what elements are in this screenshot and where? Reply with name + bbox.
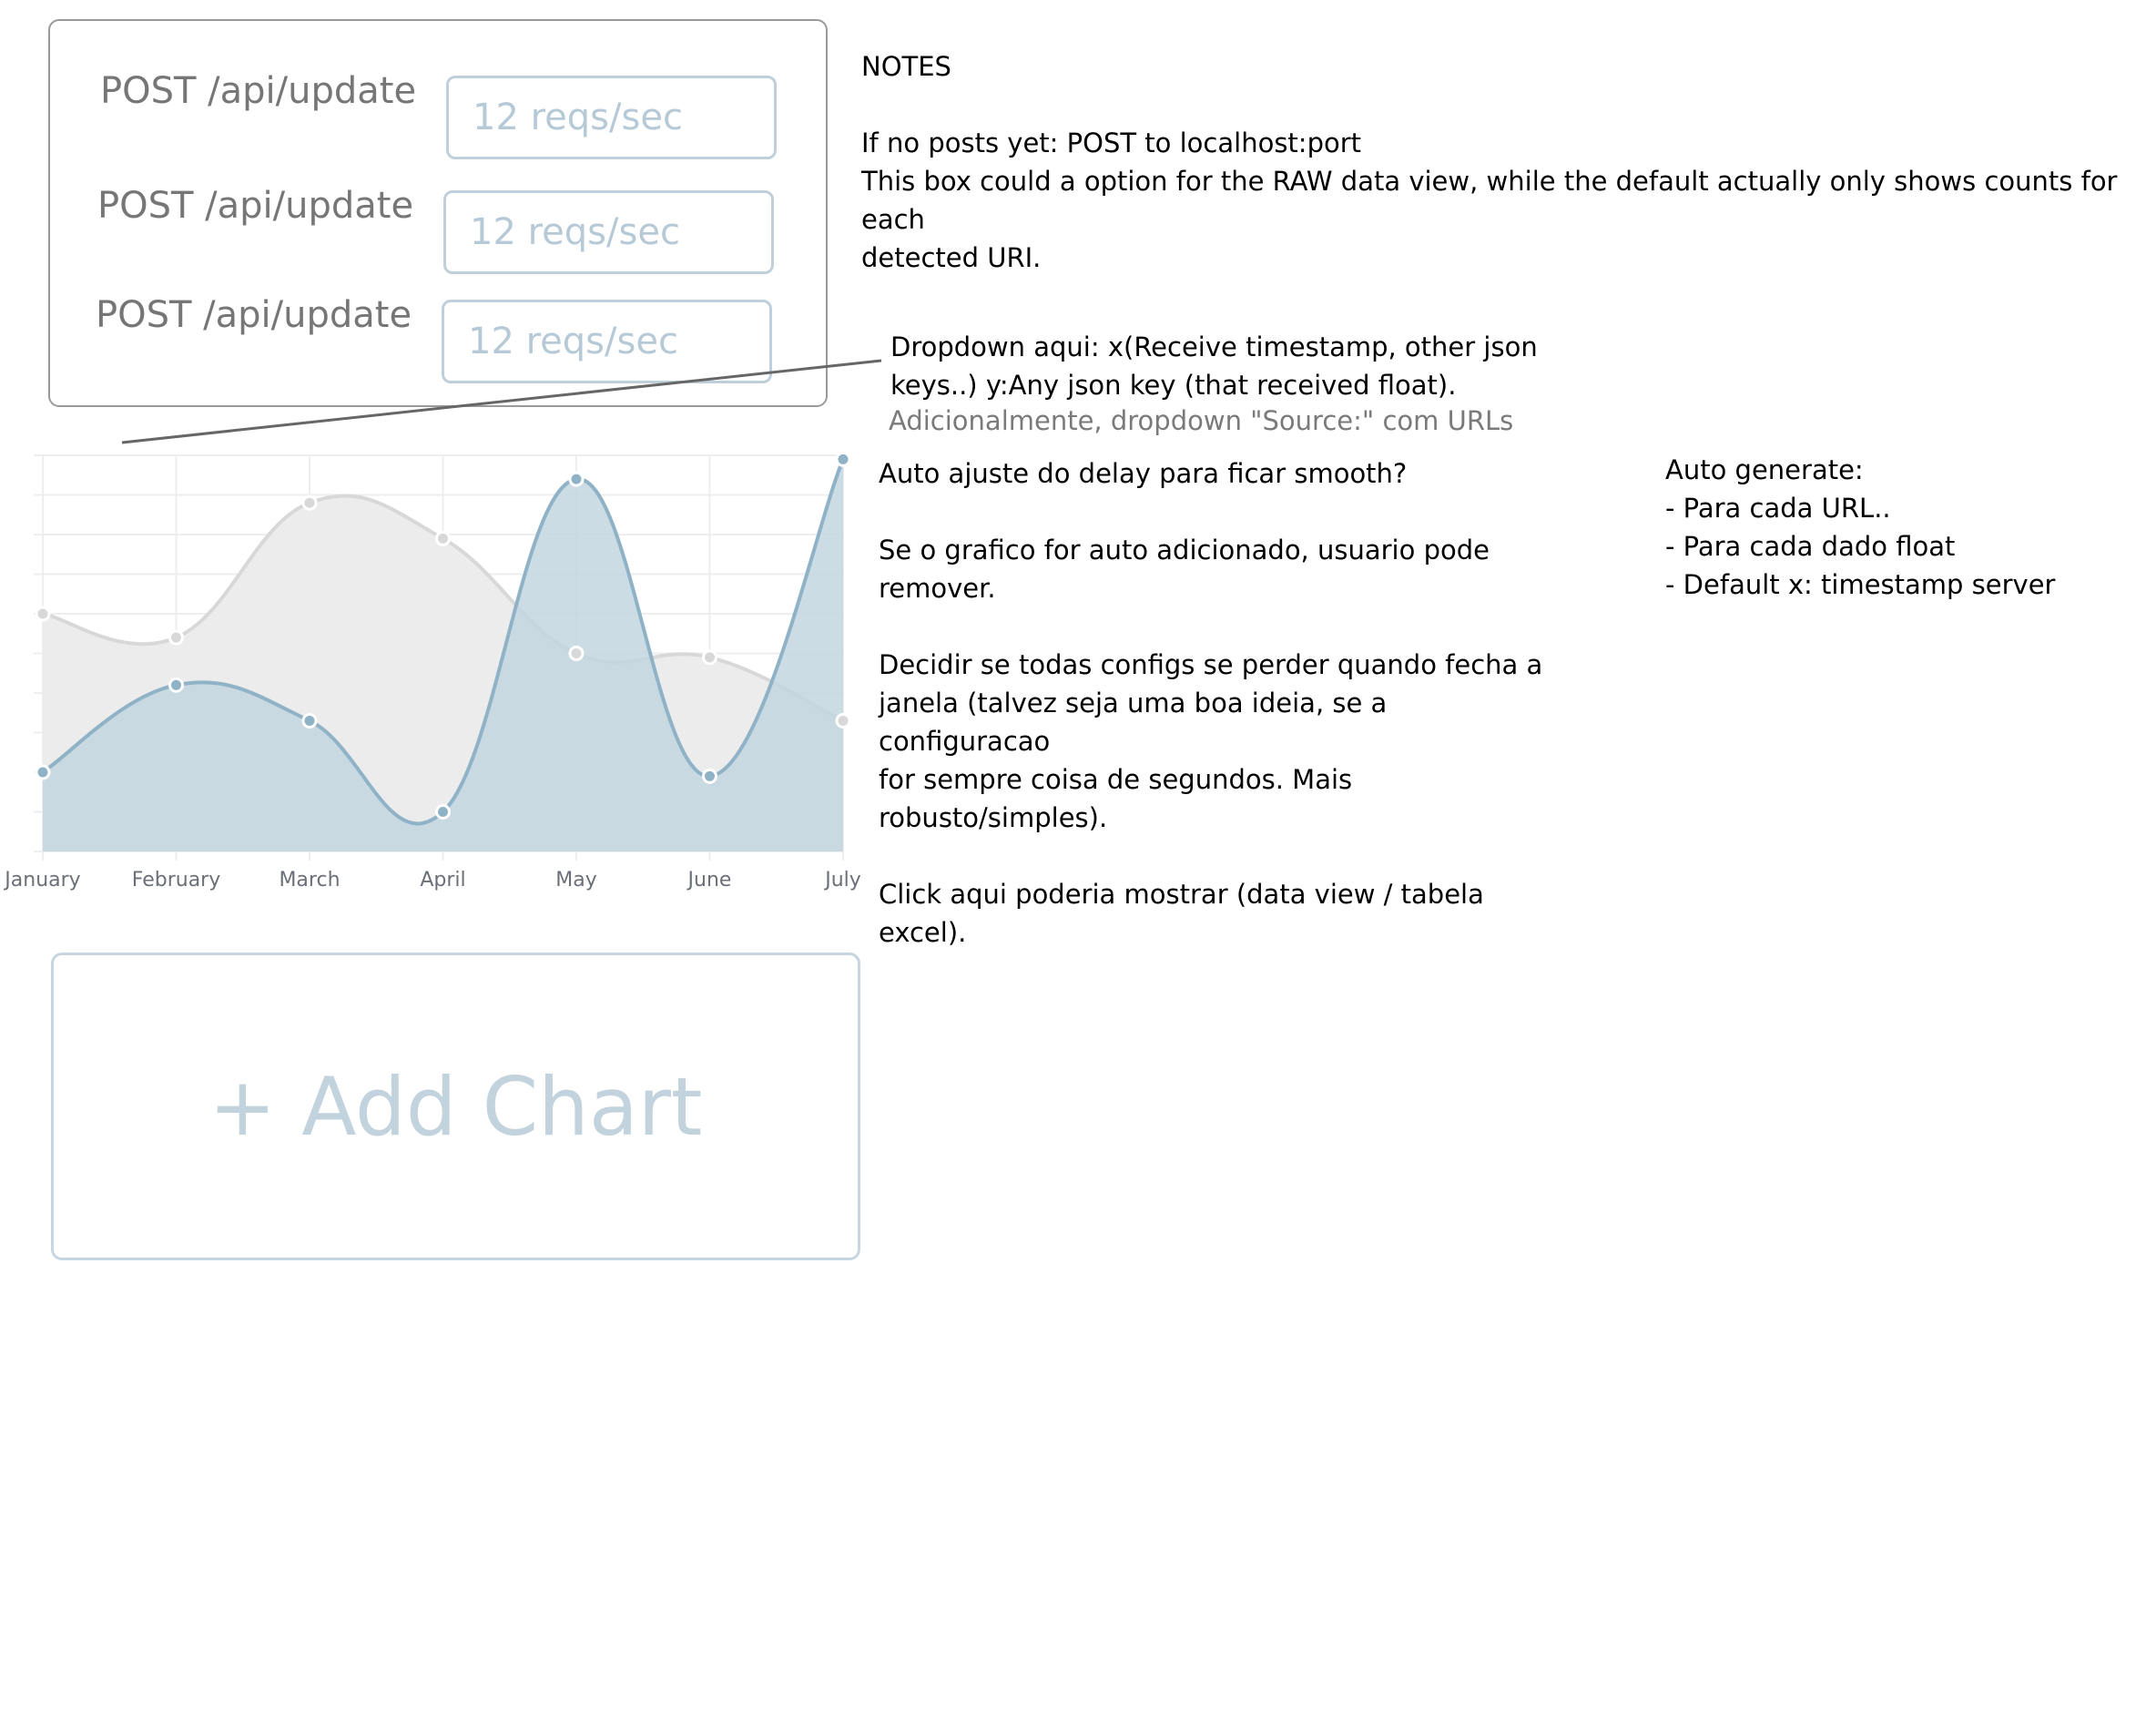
x-tick-label: February <box>132 869 221 892</box>
dropdown-source-note: Adicionalmente, dropdown "Source:" com U… <box>889 405 1514 436</box>
chart-note-line: configuracao <box>879 726 1051 757</box>
chart-note-line: Auto ajuste do delay para ficar smooth? <box>879 458 1408 489</box>
data-point <box>702 649 717 666</box>
dropdown-note-line: Dropdown aqui: x(Receive timestamp, othe… <box>890 331 1538 362</box>
chart-note-line: robusto/simples). <box>879 802 1108 833</box>
data-point <box>301 494 318 511</box>
chart-notes: Auto ajuste do delay para ficar smooth? … <box>879 454 1542 952</box>
add-chart-label: + Add Chart <box>208 1059 703 1154</box>
x-tick-label: May <box>555 869 596 892</box>
add-chart-button[interactable]: + Add Chart <box>51 953 860 1260</box>
rate-field[interactable]: 12 reqs/sec <box>442 300 772 383</box>
rate-field[interactable]: 12 reqs/sec <box>446 76 777 159</box>
data-point <box>568 471 585 487</box>
notes-block: NOTES If no posts yet: POST to localhost… <box>861 47 2117 277</box>
data-point <box>35 606 51 622</box>
x-tick-label: June <box>686 869 732 892</box>
data-point <box>301 712 318 729</box>
data-point <box>835 451 851 467</box>
data-point <box>435 804 451 820</box>
endpoint-label: POST /api/update <box>100 70 417 112</box>
chart-note-line: janela (talvez seja uma boa ideia, se a <box>879 688 1388 718</box>
chart-note-line: Decidir se todas configs se perder quand… <box>879 649 1543 680</box>
notes-line: detected URI. <box>861 242 1042 273</box>
auto-generate-item: - Para cada dado float <box>1665 531 1956 562</box>
dropdown-note: Dropdown aqui: x(Receive timestamp, othe… <box>890 328 1538 404</box>
chart-note-line: Click aqui poderia mostrar (data view / … <box>879 879 1484 910</box>
chart-note-line: excel). <box>879 917 967 948</box>
notes-line: each <box>861 204 925 235</box>
chart-note-line: Se o grafico for auto adicionado, usuari… <box>879 535 1490 566</box>
area-chart[interactable]: January February March April May June July <box>0 437 874 911</box>
rate-field[interactable]: 12 reqs/sec <box>443 190 774 274</box>
notes-heading: NOTES <box>861 51 951 82</box>
x-tick-label: July <box>823 869 861 892</box>
endpoint-panel: POST /api/update 12 reqs/sec POST /api/u… <box>48 19 828 407</box>
auto-generate-item: - Default x: timestamp server <box>1665 569 2056 600</box>
data-point <box>35 764 51 780</box>
chart-note-line: for sempre coisa de segundos. Mais <box>879 764 1353 795</box>
dropdown-note-line: keys..) y:Any json key (that received fl… <box>890 370 1457 401</box>
data-point <box>435 530 451 546</box>
endpoint-label: POST /api/update <box>96 294 412 336</box>
auto-generate-notes: Auto generate: - Para cada URL.. - Para … <box>1665 451 2055 604</box>
data-point <box>702 768 717 784</box>
x-tick-label: March <box>279 869 340 892</box>
data-point <box>835 712 851 729</box>
x-tick-label: January <box>3 869 80 892</box>
data-point <box>568 646 585 661</box>
notes-line: If no posts yet: POST to localhost:port <box>861 127 1362 158</box>
chart-note-line: remover. <box>879 573 996 604</box>
x-tick-label: April <box>420 869 465 892</box>
auto-generate-title: Auto generate: <box>1665 454 1864 485</box>
data-point <box>168 677 184 693</box>
data-point <box>168 629 184 646</box>
notes-line: This box could a option for the RAW data… <box>861 166 2118 197</box>
auto-generate-item: - Para cada URL.. <box>1665 493 1891 524</box>
endpoint-label: POST /api/update <box>97 185 414 227</box>
